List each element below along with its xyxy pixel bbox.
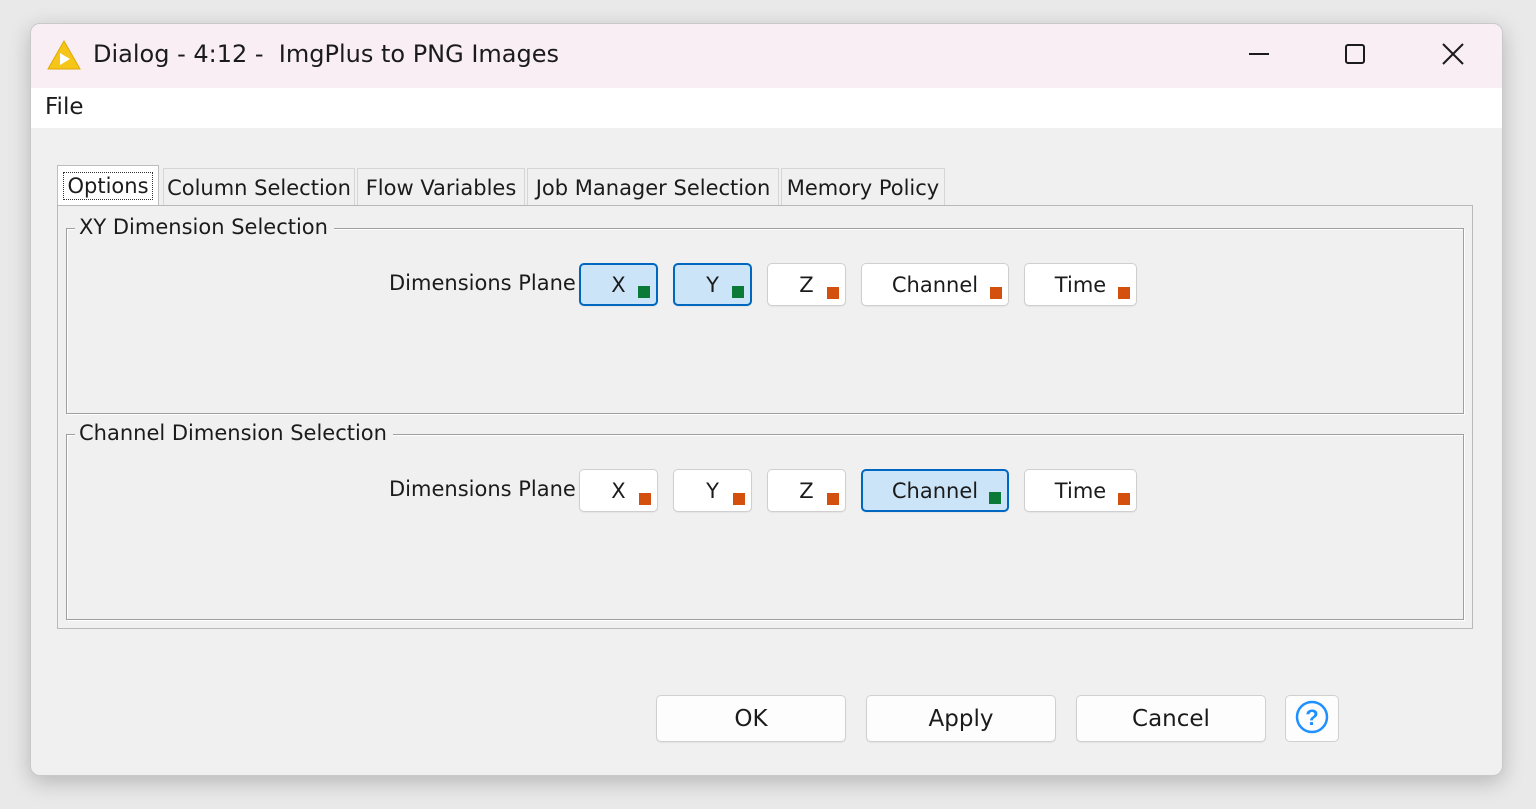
cancel-button[interactable]: Cancel [1076,695,1266,742]
toggle-label: X [611,478,626,503]
tab-memory-policy-label: Memory Policy [786,175,940,200]
toggle-label: Z [799,272,814,297]
channel-dimension-selection-group: Channel Dimension Selection Dimensions P… [66,421,1464,620]
channel-dim-time-toggle[interactable]: Time [1024,469,1137,512]
toggle-label: Y [706,478,719,503]
knime-warning-icon [47,39,81,70]
group-title: XY Dimension Selection [75,215,334,239]
toggle-label: Y [706,272,719,297]
dialog-window: Dialog - 4:12 - ImgPlus to PNG Images Fi… [30,23,1503,776]
xy-dim-z-toggle[interactable]: Z [767,263,846,306]
toggle-label: Channel [891,272,979,297]
indicator-icon [732,286,744,298]
indicator-icon [1118,493,1130,505]
toggle-label: Time [1054,478,1107,503]
minimize-button[interactable] [1224,30,1294,82]
toggle-label: Channel [891,478,979,503]
indicator-icon [1118,287,1130,299]
indicator-icon [733,493,745,505]
options-panel: XY Dimension Selection Dimensions Plane … [57,205,1473,629]
svg-text:?: ? [1305,705,1318,730]
xy-dim-x-toggle[interactable]: X [579,263,658,306]
indicator-icon [638,286,650,298]
dimensions-plane-label: Dimensions Plane [389,271,576,295]
ok-button[interactable]: OK [656,695,846,742]
tab-options-label: Options [63,172,153,200]
tab-flow-variables-label: Flow Variables [365,175,517,200]
xy-dim-time-toggle[interactable]: Time [1024,263,1137,306]
indicator-icon [989,492,1001,504]
close-button[interactable] [1418,30,1488,82]
channel-dim-y-toggle[interactable]: Y [673,469,752,512]
channel-dim-z-toggle[interactable]: Z [767,469,846,512]
tab-column-selection-label: Column Selection [167,175,351,200]
close-icon [1441,42,1465,70]
minimize-icon [1247,42,1271,70]
maximize-icon [1343,42,1367,70]
xy-dim-channel-toggle[interactable]: Channel [861,263,1009,306]
channel-dim-x-toggle[interactable]: X [579,469,658,512]
toggle-label: X [611,272,626,297]
help-button[interactable]: ? [1285,695,1339,742]
indicator-icon [827,287,839,299]
menu-file[interactable]: File [45,94,84,120]
tab-job-manager-selection[interactable]: Job Manager Selection [527,168,779,206]
tab-job-manager-selection-label: Job Manager Selection [535,175,771,200]
indicator-icon [639,493,651,505]
tab-flow-variables[interactable]: Flow Variables [357,168,525,206]
window-title: Dialog - 4:12 - ImgPlus to PNG Images [93,40,560,68]
tab-options[interactable]: Options [57,165,159,206]
toggle-label: Z [799,478,814,503]
title-bar[interactable]: Dialog - 4:12 - ImgPlus to PNG Images [31,24,1502,88]
tab-column-selection[interactable]: Column Selection [163,168,355,206]
menu-bar: File [31,88,1502,128]
xy-dimension-selection-group: XY Dimension Selection Dimensions Plane … [66,215,1464,414]
apply-button[interactable]: Apply [866,695,1056,742]
maximize-button[interactable] [1320,30,1390,82]
group-title: Channel Dimension Selection [75,421,393,445]
dimensions-plane-label: Dimensions Plane [389,477,576,501]
indicator-icon [827,493,839,505]
indicator-icon [990,287,1002,299]
tab-memory-policy[interactable]: Memory Policy [781,168,945,206]
channel-dim-channel-toggle[interactable]: Channel [861,469,1009,512]
xy-dim-y-toggle[interactable]: Y [673,263,752,306]
toggle-label: Time [1054,272,1107,297]
help-icon: ? [1294,699,1330,739]
